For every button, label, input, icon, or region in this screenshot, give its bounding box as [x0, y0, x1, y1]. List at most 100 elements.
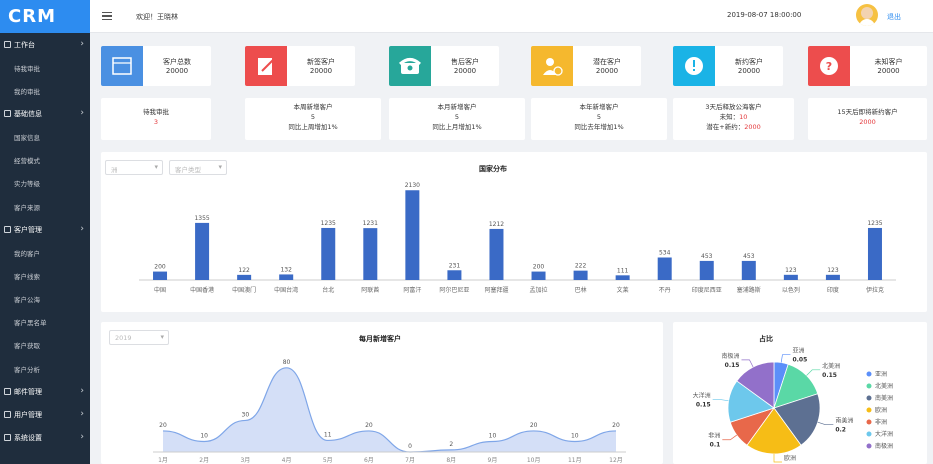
- summary-card-1[interactable]: 本周新增客户 5 同比上周增加1%: [245, 98, 381, 140]
- summary-card-0[interactable]: 待我审批 3: [101, 98, 211, 140]
- legend-label[interactable]: 亚洲: [875, 371, 887, 378]
- summary-card-5[interactable]: 15天后即将新约客户 2000: [808, 98, 927, 140]
- logo[interactable]: CRM: [0, 0, 90, 33]
- bar-value-label: 1235: [867, 220, 882, 227]
- summary-potential-label: 潜在+新约：: [706, 123, 745, 131]
- book-icon: [4, 110, 11, 118]
- legend-marker-1[interactable]: [866, 383, 872, 389]
- stat-card-1[interactable]: 新签客户 20000: [245, 46, 355, 86]
- all-icon: [101, 46, 143, 86]
- chevron-right-icon: ›: [80, 432, 84, 443]
- bar-16[interactable]: [825, 274, 840, 280]
- sidebar-group-15[interactable]: 邮件管理 ›: [0, 380, 90, 403]
- bar-15[interactable]: [783, 274, 798, 280]
- sidebar-label: 客户管理: [14, 225, 42, 234]
- legend-marker-0[interactable]: [866, 371, 872, 377]
- category-label: 阿塞拜疆: [484, 286, 508, 294]
- stat-card-5[interactable]: ? 未知客户 20000: [808, 46, 927, 86]
- legend-label[interactable]: 非洲: [875, 418, 887, 426]
- stat-label: 新约客户: [735, 58, 763, 66]
- stat-label: 未知客户: [874, 58, 903, 66]
- stat-card-4[interactable]: 新约客户 20000: [673, 46, 783, 86]
- bar-17[interactable]: [867, 227, 882, 280]
- bar-4[interactable]: [321, 227, 336, 280]
- bar-value-label: 123: [827, 267, 839, 274]
- sidebar-group-8[interactable]: 客户管理 ›: [0, 218, 90, 241]
- sidebar-item-6[interactable]: 实力等级: [0, 172, 90, 195]
- legend-label[interactable]: 南极洲: [875, 442, 893, 450]
- sidebar-label: 基础信息: [14, 109, 42, 118]
- question-icon-glyph: ?: [820, 57, 838, 75]
- bar-value-label: 1235: [321, 220, 336, 227]
- bar-2[interactable]: [237, 274, 252, 280]
- bar-14[interactable]: [741, 260, 756, 280]
- top-bar: 欢迎！王晓林 2019-08-07 18:00:00 退出: [90, 0, 933, 33]
- avatar[interactable]: [856, 4, 878, 26]
- sidebar-group-16[interactable]: 用户管理 ›: [0, 403, 90, 426]
- sidebar-group-3[interactable]: 基础信息 ›: [0, 102, 90, 125]
- bar-13[interactable]: [699, 260, 714, 280]
- month-label: 6月: [364, 457, 374, 464]
- legend-label[interactable]: 北美洲: [875, 382, 893, 390]
- bar-9[interactable]: [531, 271, 546, 280]
- edit-icon: [245, 46, 287, 86]
- sidebar-label: 客户线索: [14, 272, 40, 281]
- chevron-right-icon: ›: [80, 224, 84, 235]
- month-label: 1月: [158, 457, 168, 464]
- sidebar-item-13[interactable]: 客户获取: [0, 334, 90, 357]
- bar-12[interactable]: [657, 257, 672, 280]
- bar-8[interactable]: [489, 228, 504, 280]
- bar-5[interactable]: [363, 228, 378, 280]
- legend-marker-2[interactable]: [866, 395, 872, 401]
- sidebar-label: 待我审批: [14, 64, 40, 73]
- stat-card-0[interactable]: 客户总数 20000: [101, 46, 211, 86]
- menu-toggle-icon[interactable]: [102, 12, 112, 20]
- legend-marker-3[interactable]: [866, 407, 872, 413]
- month-label: 8月: [446, 457, 456, 464]
- sidebar-item-4[interactable]: 国家信息: [0, 125, 90, 148]
- bar-value-label: 453: [743, 253, 755, 260]
- sidebar-item-12[interactable]: 客户黑名单: [0, 311, 90, 334]
- stat-card-3[interactable]: 潜在客户 20000: [531, 46, 641, 86]
- point-label-3: 80: [283, 359, 291, 366]
- ratio-chart-panel: 占比 亚洲0.05北美洲0.15南美洲0.2欧洲0.2非洲0.1大洋洲0.15南…: [673, 322, 927, 464]
- sidebar-item-1[interactable]: 待我审批: [0, 56, 90, 79]
- sidebar-label: 国家信息: [14, 133, 40, 142]
- sidebar-item-7[interactable]: 客户来源: [0, 195, 90, 218]
- bar-3[interactable]: [279, 274, 294, 280]
- sidebar-item-14[interactable]: 客户分析: [0, 357, 90, 380]
- sidebar-item-11[interactable]: 客户公海: [0, 288, 90, 311]
- stat-card-2[interactable]: 售后客户 20000: [389, 46, 499, 86]
- bar-7[interactable]: [447, 270, 462, 280]
- legend-marker-4[interactable]: [866, 419, 872, 425]
- sidebar-item-5[interactable]: 经营模式: [0, 149, 90, 172]
- legend-label[interactable]: 大洋洲: [875, 430, 893, 438]
- sidebar-group-17[interactable]: 系统设置 ›: [0, 426, 90, 449]
- bar-11[interactable]: [615, 275, 630, 280]
- pie-label-name: 南极洲: [721, 352, 739, 360]
- sidebar-label: 客户分析: [14, 365, 40, 374]
- summary-card-3[interactable]: 本年新增客户 5 同比去年增加1%: [531, 98, 667, 140]
- bar-value-label: 1231: [363, 220, 378, 227]
- bar-1[interactable]: [195, 222, 210, 280]
- sidebar-item-9[interactable]: 我的客户: [0, 241, 90, 264]
- sidebar-item-2[interactable]: 我的审批: [0, 79, 90, 102]
- legend-marker-6[interactable]: [866, 443, 872, 449]
- bar-6[interactable]: [405, 190, 420, 280]
- point-label-11: 20: [612, 422, 620, 429]
- stat-value: 20000: [165, 67, 189, 75]
- legend-marker-5[interactable]: [866, 431, 872, 437]
- legend-label[interactable]: 南美洲: [875, 394, 893, 402]
- summary-card-2[interactable]: 本月新增客户 5 同比上月增加1%: [389, 98, 525, 140]
- bar-10[interactable]: [573, 270, 588, 280]
- sidebar-item-10[interactable]: 客户线索: [0, 264, 90, 287]
- month-label: 9月: [488, 457, 498, 464]
- summary-line: 同比去年增加1%: [574, 123, 624, 131]
- phone-icon-glyph: [398, 58, 422, 74]
- sidebar-group-0[interactable]: 工作台 ›: [0, 33, 90, 56]
- legend-label[interactable]: 欧洲: [875, 406, 887, 414]
- summary-card-4[interactable]: 3天后释放公海客户 未知：10 潜在+新约：2000: [673, 98, 794, 140]
- bar-0[interactable]: [153, 271, 168, 280]
- logout-link[interactable]: 退出: [887, 12, 901, 22]
- month-label: 10月: [527, 457, 541, 464]
